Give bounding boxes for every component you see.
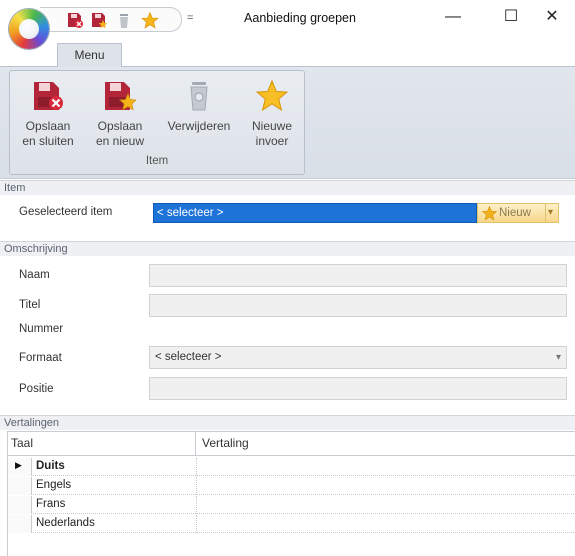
table-row[interactable]: Engels <box>8 477 575 495</box>
new-entry-button[interactable]: Nieuwe invoer <box>246 71 298 156</box>
position-field[interactable] <box>149 377 567 400</box>
quick-access-toolbar <box>40 7 182 32</box>
row-indicator-icon: ▶ <box>15 460 22 470</box>
quick-access-customize-dropdown[interactable]: = <box>187 10 197 26</box>
selected-item-label: Geselecteerd item <box>19 206 113 218</box>
format-value: < selecteer > <box>155 351 222 363</box>
tab-menu[interactable]: Menu <box>57 43 122 67</box>
cell-vertaling[interactable] <box>196 496 197 514</box>
cell-taal[interactable]: Frans <box>36 496 196 514</box>
table-row[interactable]: Frans <box>8 496 575 514</box>
close-button[interactable]: ✕ <box>529 2 575 32</box>
cell-vertaling[interactable] <box>196 477 197 495</box>
column-header-taal[interactable]: Taal <box>8 432 196 456</box>
minimize-button[interactable]: — <box>430 2 476 32</box>
selected-item-combo[interactable]: < selecteer > <box>153 203 477 223</box>
chevron-down-icon[interactable]: ▾ <box>556 347 561 368</box>
new-entry-label: Nieuwe invoer <box>251 119 293 148</box>
cell-vertaling[interactable] <box>196 515 197 533</box>
format-label: Formaat <box>19 352 62 364</box>
translations-section-header: Vertalingen <box>0 415 575 430</box>
title-field[interactable] <box>149 294 567 317</box>
table-row[interactable]: ▶ Duits <box>8 458 575 476</box>
chevron-down-icon[interactable]: ▾ <box>548 204 553 222</box>
star-icon <box>481 206 498 221</box>
translations-grid: Taal Vertaling ▶ Duits Engels Frans Nede… <box>7 431 575 556</box>
delete-label: Verwijderen <box>167 119 231 133</box>
ribbon-group-label: Item <box>145 155 169 167</box>
table-row[interactable]: Nederlands <box>8 515 575 533</box>
save-and-new-button[interactable]: Opslaan en nieuw <box>90 71 150 156</box>
number-label: Nummer <box>19 323 64 335</box>
new-item-button[interactable]: Nieuw ▾ <box>477 203 559 223</box>
star-icon[interactable] <box>141 12 159 29</box>
maximize-button[interactable]: ☐ <box>488 2 534 32</box>
save-and-close-label: Opslaan en sluiten <box>22 119 74 148</box>
application-menu-button[interactable] <box>9 9 49 49</box>
split-divider <box>545 204 546 222</box>
save-close-icon[interactable] <box>66 12 84 29</box>
row-header[interactable]: ▶ <box>8 458 32 476</box>
save-new-icon <box>105 82 136 111</box>
column-header-vertaling[interactable]: Vertaling <box>196 432 575 456</box>
item-section-header: Item <box>0 180 575 195</box>
cell-vertaling[interactable] <box>196 458 197 476</box>
new-item-label: Nieuw <box>499 207 531 219</box>
save-close-icon <box>34 82 63 110</box>
window-title: Aanbieding groepen <box>244 11 356 25</box>
row-header[interactable] <box>8 477 32 495</box>
description-section-header: Omschrijving <box>0 241 575 256</box>
position-label: Positie <box>19 383 54 395</box>
save-new-icon[interactable] <box>90 12 108 29</box>
format-combo[interactable]: < selecteer > ▾ <box>149 346 567 369</box>
save-and-new-label: Opslaan en nieuw <box>95 119 145 148</box>
delete-icon <box>190 82 208 111</box>
star-icon <box>255 79 289 112</box>
delete-button[interactable]: Verwijderen <box>164 71 234 156</box>
delete-icon[interactable] <box>115 12 133 29</box>
save-and-close-button[interactable]: Opslaan en sluiten <box>18 71 78 156</box>
name-label: Naam <box>19 269 50 281</box>
cell-taal[interactable]: Duits <box>36 458 196 476</box>
name-field[interactable] <box>149 264 567 287</box>
cell-taal[interactable]: Engels <box>36 477 196 495</box>
row-header[interactable] <box>8 515 32 533</box>
cell-taal[interactable]: Nederlands <box>36 515 196 533</box>
title-label: Titel <box>19 299 41 311</box>
row-header[interactable] <box>8 496 32 514</box>
